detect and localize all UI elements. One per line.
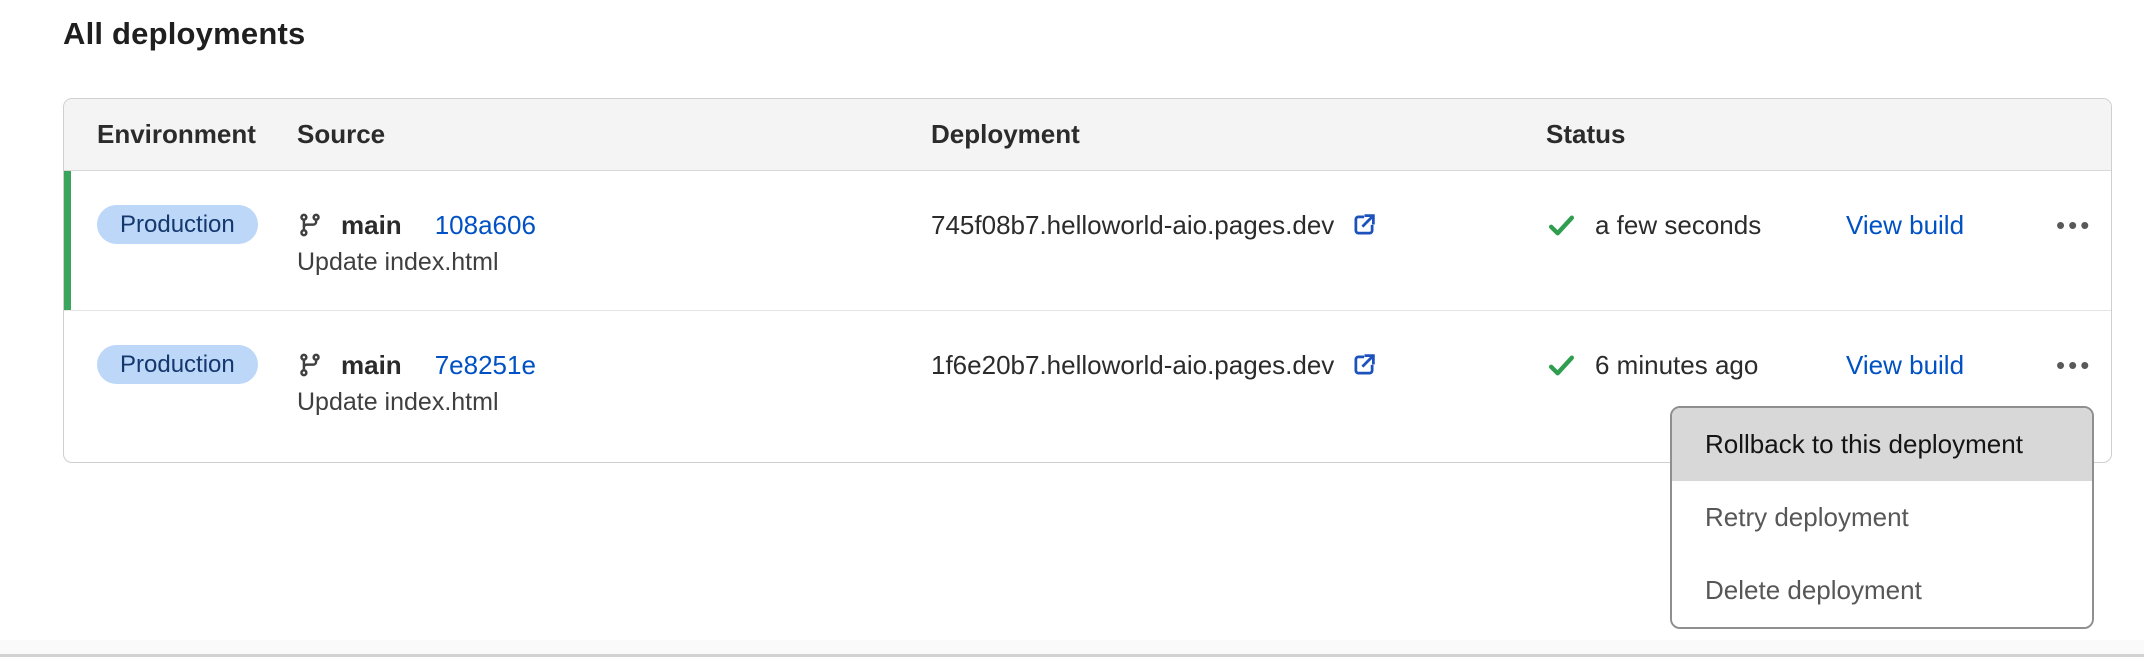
external-link-icon[interactable] bbox=[1349, 210, 1379, 240]
status-cell: a few seconds bbox=[1546, 171, 1846, 245]
table-row: Production main 108a606 Update index.htm… bbox=[64, 171, 2111, 311]
status-cell: 6 minutes ago bbox=[1546, 311, 1846, 385]
git-branch-icon bbox=[297, 211, 323, 239]
commit-message: Update index.html bbox=[297, 243, 931, 281]
deployment-url: 1f6e20b7.helloworld-aio.pages.dev bbox=[931, 350, 1334, 381]
actions-cell: ••• bbox=[2036, 171, 2111, 245]
context-menu: Rollback to this deployment Retry deploy… bbox=[1670, 406, 2094, 629]
ellipsis-menu-button[interactable]: ••• bbox=[2048, 205, 2100, 245]
header-source: Source bbox=[297, 119, 931, 150]
check-icon bbox=[1546, 210, 1577, 241]
commit-message: Update index.html bbox=[297, 383, 931, 421]
actions-cell: ••• bbox=[2036, 311, 2111, 385]
header-deployment: Deployment bbox=[931, 119, 1546, 150]
section-divider bbox=[0, 640, 2144, 657]
page-title: All deployments bbox=[63, 16, 305, 52]
commit-link[interactable]: 108a606 bbox=[435, 210, 536, 241]
table-header-row: Environment Source Deployment Status bbox=[64, 99, 2111, 171]
environment-badge: Production bbox=[97, 345, 258, 384]
git-branch-icon bbox=[297, 351, 323, 379]
environment-cell: Production bbox=[97, 311, 297, 384]
deployment-cell: 1f6e20b7.helloworld-aio.pages.dev bbox=[931, 311, 1546, 385]
external-link-icon[interactable] bbox=[1349, 350, 1379, 380]
view-build-link[interactable]: View build bbox=[1846, 210, 1964, 241]
menu-item-retry[interactable]: Retry deployment bbox=[1672, 481, 2092, 554]
header-environment: Environment bbox=[97, 119, 297, 150]
deployment-cell: 745f08b7.helloworld-aio.pages.dev bbox=[931, 171, 1546, 245]
status-time: a few seconds bbox=[1595, 210, 1761, 241]
ellipsis-menu-button[interactable]: ••• bbox=[2048, 345, 2100, 385]
environment-badge: Production bbox=[97, 205, 258, 244]
view-build-link[interactable]: View build bbox=[1846, 350, 1964, 381]
commit-link[interactable]: 7e8251e bbox=[435, 350, 536, 381]
check-icon bbox=[1546, 350, 1577, 381]
header-status: Status bbox=[1546, 119, 1846, 150]
source-cell: main 108a606 Update index.html bbox=[297, 171, 931, 281]
menu-item-delete[interactable]: Delete deployment bbox=[1672, 554, 2092, 627]
source-cell: main 7e8251e Update index.html bbox=[297, 311, 931, 421]
view-build-cell: View build bbox=[1846, 311, 2036, 385]
view-build-cell: View build bbox=[1846, 171, 2036, 245]
current-deployment-indicator bbox=[64, 171, 71, 310]
environment-cell: Production bbox=[97, 171, 297, 244]
branch-name: main bbox=[341, 210, 402, 241]
branch-name: main bbox=[341, 350, 402, 381]
status-time: 6 minutes ago bbox=[1595, 350, 1758, 381]
deployment-url: 745f08b7.helloworld-aio.pages.dev bbox=[931, 210, 1334, 241]
menu-item-rollback[interactable]: Rollback to this deployment bbox=[1672, 408, 2092, 481]
